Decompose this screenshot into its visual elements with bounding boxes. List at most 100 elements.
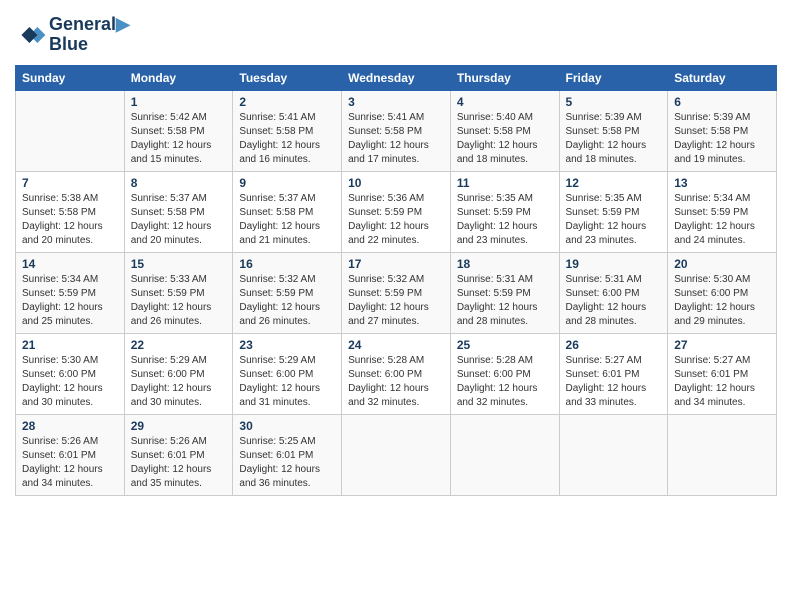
day-number: 19 — [566, 257, 662, 271]
day-number: 27 — [674, 338, 770, 352]
day-info: Sunrise: 5:35 AM Sunset: 5:59 PM Dayligh… — [457, 192, 553, 248]
calendar-cell: 4 Sunrise: 5:40 AM Sunset: 5:58 PM Daylig… — [450, 90, 559, 171]
day-header-tuesday: Tuesday — [233, 65, 342, 90]
calendar-cell: 20Sunrise: 5:30 AM Sunset: 6:00 PM Dayli… — [668, 252, 777, 333]
day-number: 8 — [131, 176, 227, 190]
day-number: 24 — [348, 338, 444, 352]
day-header-friday: Friday — [559, 65, 668, 90]
calendar-cell — [16, 90, 125, 171]
day-number: 13 — [674, 176, 770, 190]
calendar-cell: 13 Sunrise: 5:34 AM Sunset: 5:59 PM Dayli… — [668, 171, 777, 252]
day-info: Sunrise: 5:40 AM Sunset: 5:58 PM Dayligh… — [457, 111, 553, 167]
calendar-header-row: SundayMondayTuesdayWednesdayThursdayFrid… — [16, 65, 777, 90]
day-info: Sunrise: 5:26 AM Sunset: 6:01 PM Dayligh… — [22, 435, 118, 491]
calendar-cell: 19 Sunrise: 5:31 AM Sunset: 6:00 PM Dayli… — [559, 252, 668, 333]
calendar-cell: 18Sunrise: 5:31 AM Sunset: 5:59 PM Dayli… — [450, 252, 559, 333]
day-number: 28 — [22, 419, 118, 433]
day-info: Sunrise: 5:38 AM Sunset: 5:58 PM Dayligh… — [22, 192, 118, 248]
calendar-cell: 24Sunrise: 5:28 AM Sunset: 6:00 PM Dayli… — [342, 333, 451, 414]
calendar-cell: 11 Sunrise: 5:35 AM Sunset: 5:59 PM Dayli… — [450, 171, 559, 252]
day-info: Sunrise: 5:37 AM Sunset: 5:58 PM Dayligh… — [239, 192, 335, 248]
day-header-monday: Monday — [124, 65, 233, 90]
day-number: 12 — [566, 176, 662, 190]
day-number: 10 — [348, 176, 444, 190]
calendar-cell: 26 Sunrise: 5:27 AM Sunset: 6:01 PM Dayli… — [559, 333, 668, 414]
day-info: Sunrise: 5:25 AM Sunset: 6:01 PM Dayligh… — [239, 435, 335, 491]
logo-icon — [15, 19, 47, 51]
calendar-cell: 27 Sunrise: 5:27 AM Sunset: 6:01 PM Dayli… — [668, 333, 777, 414]
day-number: 22 — [131, 338, 227, 352]
day-info: Sunrise: 5:27 AM Sunset: 6:01 PM Dayligh… — [674, 354, 770, 410]
calendar-week-row: 14 Sunrise: 5:34 AM Sunset: 5:59 PM Dayli… — [16, 252, 777, 333]
day-info: Sunrise: 5:39 AM Sunset: 5:58 PM Dayligh… — [566, 111, 662, 167]
day-info: Sunrise: 5:28 AM Sunset: 6:00 PM Dayligh… — [457, 354, 553, 410]
calendar-cell: 6 Sunrise: 5:39 AM Sunset: 5:58 PM Daylig… — [668, 90, 777, 171]
day-info: Sunrise: 5:33 AM Sunset: 5:59 PM Dayligh… — [131, 273, 227, 329]
page-header: General▶ Blue — [15, 15, 777, 55]
calendar-cell — [668, 414, 777, 495]
day-number: 5 — [566, 95, 662, 109]
day-info: Sunrise: 5:39 AM Sunset: 5:58 PM Dayligh… — [674, 111, 770, 167]
day-number: 25 — [457, 338, 553, 352]
logo: General▶ Blue — [15, 15, 130, 55]
calendar-cell: 9 Sunrise: 5:37 AM Sunset: 5:58 PM Daylig… — [233, 171, 342, 252]
calendar-cell: 1 Sunrise: 5:42 AM Sunset: 5:58 PM Daylig… — [124, 90, 233, 171]
calendar-cell: 22 Sunrise: 5:29 AM Sunset: 6:00 PM Dayli… — [124, 333, 233, 414]
calendar-cell: 28 Sunrise: 5:26 AM Sunset: 6:01 PM Dayli… — [16, 414, 125, 495]
calendar-cell: 7Sunrise: 5:38 AM Sunset: 5:58 PM Daylig… — [16, 171, 125, 252]
day-number: 6 — [674, 95, 770, 109]
day-header-saturday: Saturday — [668, 65, 777, 90]
calendar-table: SundayMondayTuesdayWednesdayThursdayFrid… — [15, 65, 777, 496]
day-number: 30 — [239, 419, 335, 433]
calendar-week-row: 7Sunrise: 5:38 AM Sunset: 5:58 PM Daylig… — [16, 171, 777, 252]
day-info: Sunrise: 5:30 AM Sunset: 6:00 PM Dayligh… — [674, 273, 770, 329]
logo-text: General▶ Blue — [49, 15, 130, 55]
calendar-cell: 5 Sunrise: 5:39 AM Sunset: 5:58 PM Daylig… — [559, 90, 668, 171]
day-info: Sunrise: 5:34 AM Sunset: 5:59 PM Dayligh… — [674, 192, 770, 248]
calendar-cell: 25 Sunrise: 5:28 AM Sunset: 6:00 PM Dayli… — [450, 333, 559, 414]
day-number: 2 — [239, 95, 335, 109]
day-info: Sunrise: 5:29 AM Sunset: 6:00 PM Dayligh… — [239, 354, 335, 410]
calendar-cell — [450, 414, 559, 495]
day-number: 23 — [239, 338, 335, 352]
day-info: Sunrise: 5:41 AM Sunset: 5:58 PM Dayligh… — [239, 111, 335, 167]
day-header-wednesday: Wednesday — [342, 65, 451, 90]
day-number: 9 — [239, 176, 335, 190]
calendar-cell: 15 Sunrise: 5:33 AM Sunset: 5:59 PM Dayli… — [124, 252, 233, 333]
calendar-cell: 16Sunrise: 5:32 AM Sunset: 5:59 PM Dayli… — [233, 252, 342, 333]
day-header-sunday: Sunday — [16, 65, 125, 90]
day-info: Sunrise: 5:32 AM Sunset: 5:59 PM Dayligh… — [348, 273, 444, 329]
day-number: 14 — [22, 257, 118, 271]
day-info: Sunrise: 5:41 AM Sunset: 5:58 PM Dayligh… — [348, 111, 444, 167]
day-number: 15 — [131, 257, 227, 271]
calendar-cell: 14 Sunrise: 5:34 AM Sunset: 5:59 PM Dayli… — [16, 252, 125, 333]
day-info: Sunrise: 5:31 AM Sunset: 6:00 PM Dayligh… — [566, 273, 662, 329]
calendar-cell: 30 Sunrise: 5:25 AM Sunset: 6:01 PM Dayli… — [233, 414, 342, 495]
day-info: Sunrise: 5:42 AM Sunset: 5:58 PM Dayligh… — [131, 111, 227, 167]
calendar-week-row: 1 Sunrise: 5:42 AM Sunset: 5:58 PM Daylig… — [16, 90, 777, 171]
calendar-cell — [559, 414, 668, 495]
calendar-cell: 21Sunrise: 5:30 AM Sunset: 6:00 PM Dayli… — [16, 333, 125, 414]
day-info: Sunrise: 5:32 AM Sunset: 5:59 PM Dayligh… — [239, 273, 335, 329]
calendar-cell: 29Sunrise: 5:26 AM Sunset: 6:01 PM Dayli… — [124, 414, 233, 495]
calendar-cell: 23 Sunrise: 5:29 AM Sunset: 6:00 PM Dayli… — [233, 333, 342, 414]
calendar-week-row: 21Sunrise: 5:30 AM Sunset: 6:00 PM Dayli… — [16, 333, 777, 414]
calendar-cell: 3 Sunrise: 5:41 AM Sunset: 5:58 PM Daylig… — [342, 90, 451, 171]
day-info: Sunrise: 5:31 AM Sunset: 5:59 PM Dayligh… — [457, 273, 553, 329]
calendar-cell: 10Sunrise: 5:36 AM Sunset: 5:59 PM Dayli… — [342, 171, 451, 252]
day-number: 1 — [131, 95, 227, 109]
day-header-thursday: Thursday — [450, 65, 559, 90]
day-number: 11 — [457, 176, 553, 190]
day-info: Sunrise: 5:34 AM Sunset: 5:59 PM Dayligh… — [22, 273, 118, 329]
day-info: Sunrise: 5:27 AM Sunset: 6:01 PM Dayligh… — [566, 354, 662, 410]
calendar-cell: 17 Sunrise: 5:32 AM Sunset: 5:59 PM Dayli… — [342, 252, 451, 333]
day-info: Sunrise: 5:37 AM Sunset: 5:58 PM Dayligh… — [131, 192, 227, 248]
day-number: 29 — [131, 419, 227, 433]
day-number: 26 — [566, 338, 662, 352]
day-info: Sunrise: 5:29 AM Sunset: 6:00 PM Dayligh… — [131, 354, 227, 410]
day-number: 17 — [348, 257, 444, 271]
calendar-body: 1 Sunrise: 5:42 AM Sunset: 5:58 PM Daylig… — [16, 90, 777, 495]
day-number: 4 — [457, 95, 553, 109]
day-number: 21 — [22, 338, 118, 352]
day-number: 3 — [348, 95, 444, 109]
